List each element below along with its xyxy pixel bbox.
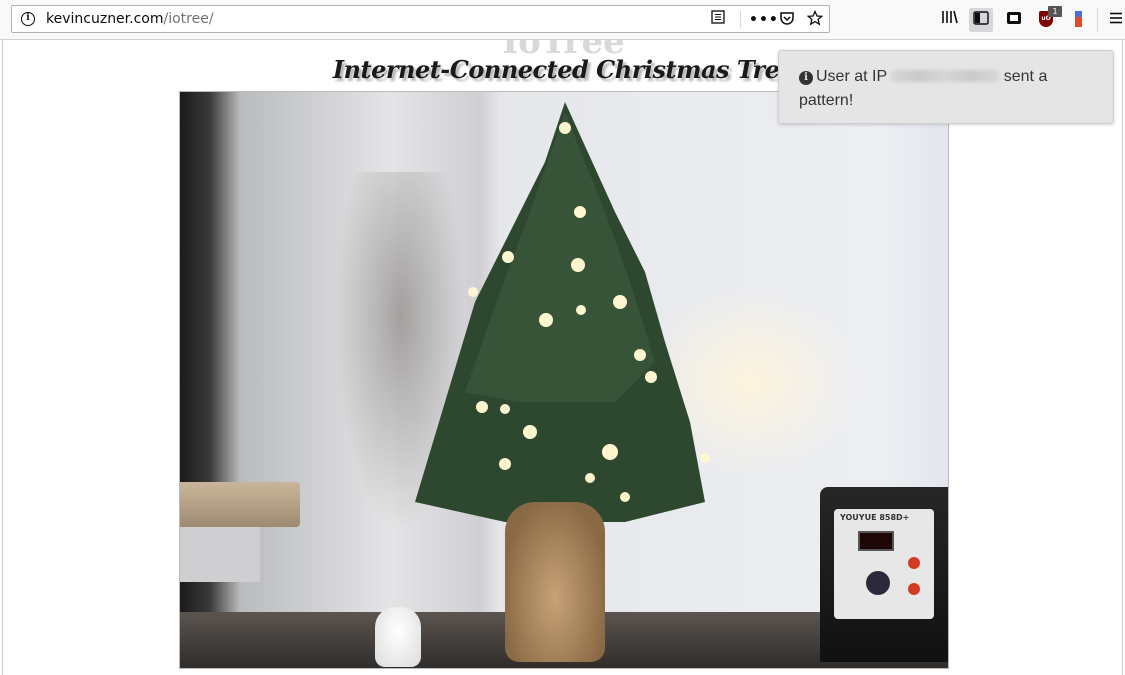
notification-toast[interactable]: i User at IP sent a pattern!	[778, 50, 1114, 124]
page-actions-icon[interactable]: •••	[749, 10, 778, 30]
library-icon[interactable]	[938, 8, 962, 32]
info-icon[interactable]: i	[21, 12, 35, 26]
soldering-station-panel: YOUYUE 858D+	[834, 509, 934, 619]
station-knob-red-2	[908, 583, 920, 595]
url-path: /iotree/	[163, 11, 214, 27]
soldering-station: YOUYUE 858D+	[820, 487, 948, 662]
station-knob-large	[866, 571, 890, 595]
reader-view-icon[interactable]	[708, 10, 728, 30]
station-knob-red-1	[908, 557, 920, 569]
info-icon: i	[799, 71, 813, 85]
hamburger-menu-icon[interactable]	[1104, 8, 1125, 32]
ublock-badge: 1	[1048, 6, 1062, 17]
synced-tabs-icon[interactable]	[1002, 8, 1026, 32]
url-text[interactable]: kevincuzner.com/iotree/	[46, 11, 214, 27]
url-bar[interactable]: i kevincuzner.com/iotree/ •••	[11, 5, 830, 33]
bookmark-star-icon[interactable]	[805, 9, 825, 30]
url-bar-divider	[740, 11, 741, 28]
notification-text-before: User at IP	[816, 68, 887, 85]
page-content: IoTree Internet-Connected Christmas Tree…	[2, 40, 1123, 675]
sidebar-icon[interactable]	[969, 8, 993, 32]
browser-toolbar: i kevincuzner.com/iotree/ ••• uO 1	[0, 0, 1125, 40]
soldering-station-brand: YOUYUE 858D+	[840, 513, 910, 522]
url-host: kevincuzner.com	[46, 11, 164, 27]
christmas-tree	[415, 102, 710, 522]
toolbar-divider	[1097, 8, 1098, 32]
redacted-ip-address	[891, 70, 1000, 82]
camera-feed-image: YOUYUE 858D+	[179, 91, 949, 669]
soldering-station-display	[858, 531, 894, 551]
shelf-support	[180, 527, 260, 582]
notification-message: i User at IP sent a pattern!	[799, 65, 1099, 113]
pocket-icon[interactable]	[777, 10, 797, 30]
extension-icon[interactable]	[1075, 11, 1082, 27]
countertop-shelf	[180, 482, 300, 527]
lucky-cat-figurine	[375, 607, 421, 667]
burlap-tree-pot	[505, 502, 605, 662]
